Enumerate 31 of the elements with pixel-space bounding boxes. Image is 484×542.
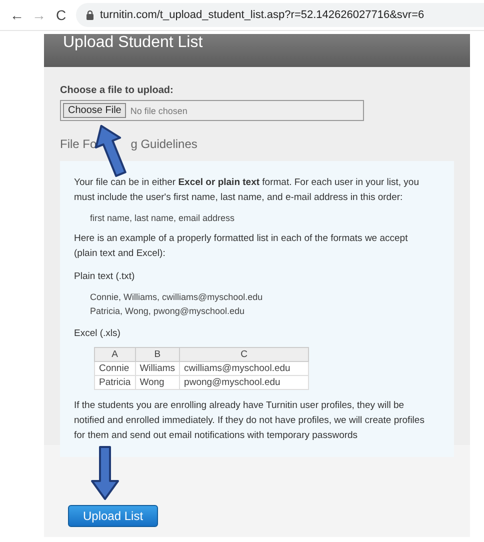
table-cell: Williams [135,362,180,376]
upload-list-button[interactable]: Upload List [68,505,158,527]
lock-icon [86,10,94,20]
format-label: Plain text (.txt) [74,270,136,284]
address-bar[interactable]: turnitin.com/t_upload_student_list.asp?r=52.142626027716&svr=6 [76,3,484,27]
back-button[interactable]: ← [6,7,28,23]
table-cell: cwilliams@myschool.edu [180,362,309,376]
panel-title: Upload Student List [63,34,203,52]
example-line: Connie, Williams, cwilliams@myschool.edu [90,291,264,304]
table-cell: Connie [94,362,136,376]
section-title: g Guidelines [130,137,198,151]
guidelines-text: If the students you are enrolling already have Turnitin user profiles, they will be notified and enrolled immediately. If they do not have profiles, we will create profiles for them and send out email notifications with temporary passwords [74,399,426,443]
guidelines-text: Your file can be in either Excel or plain text format. For each user in your list, you must include the user's first name, last name, and e-mail address in this order: [74,176,420,205]
table-cell: pwong@myschool.edu [180,376,309,390]
table-cell: Wong [135,376,180,390]
table-cell: Patricia [94,376,136,390]
field-label: Choose a file to upload: [60,85,174,96]
field-order-text: first name, last name, email address [90,212,236,225]
column-header: A [94,348,136,362]
column-header: C [180,348,309,362]
choose-file-button[interactable]: Choose File [63,103,126,118]
format-label: Excel (.xls) [74,327,122,341]
column-header: B [135,348,180,362]
section-title: File Fo [60,137,97,151]
example-line: Patricia, Wong, pwong@myschool.edu [90,305,246,318]
file-input[interactable]: Choose File No file chosen [60,100,364,121]
arrow-annotation [90,445,120,501]
guidelines-text: Here is an example of a properly formatted list in each of the formats we accept (plain text and Excel): [74,232,409,261]
reload-button[interactable]: C [50,7,72,23]
url-text: turnitin.com/t_upload_student_list.asp?r=52.142626027716&svr=6 [100,9,424,21]
file-status: No file chosen [130,106,188,116]
